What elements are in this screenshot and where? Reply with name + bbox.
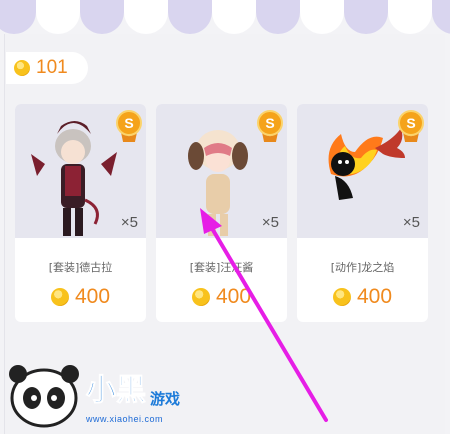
item-image-dracula: S ×5 <box>15 104 146 238</box>
item-quantity: ×5 <box>261 214 279 231</box>
item-card-puppy[interactable]: S ×5 [套装]汪汪酱 400 <box>156 104 287 322</box>
item-name: [套装]汪汪酱 <box>189 261 254 274</box>
item-image-puppy: S ×5 <box>156 104 287 238</box>
watermark-url: www.xiaohei.com <box>86 414 164 424</box>
item-card-dragon-flame[interactable]: S ×5 [动作]龙之焰 400 <box>297 104 428 322</box>
watermark-logo: 小黑 游戏 www.xiaohei.com <box>4 360 204 428</box>
item-name: [套装]德古拉 <box>48 261 113 274</box>
item-quantity: ×5 <box>120 214 138 231</box>
item-name: [动作]龙之焰 <box>330 261 395 274</box>
item-image-dragon-flame: S ×5 <box>297 104 428 238</box>
coin-balance: 101 <box>6 52 88 84</box>
svg-text:游戏: 游戏 <box>150 390 180 408</box>
rank-badge: S <box>116 110 142 142</box>
coin-icon <box>191 288 210 306</box>
coin-balance-value: 101 <box>36 57 68 78</box>
item-card-dracula[interactable]: S ×5 [套装]德古拉 400 <box>15 104 146 322</box>
item-quantity: ×5 <box>402 214 420 231</box>
coin-icon <box>14 60 30 76</box>
svg-text:小黑: 小黑 <box>86 373 146 408</box>
rank-badge: S <box>257 110 283 142</box>
item-price[interactable]: 400 <box>297 284 428 310</box>
awning-decoration <box>0 0 450 34</box>
rank-badge: S <box>398 110 424 142</box>
item-price[interactable]: 400 <box>15 284 146 310</box>
coin-icon <box>50 288 69 306</box>
item-price[interactable]: 400 <box>156 284 287 310</box>
coin-icon <box>332 288 351 306</box>
